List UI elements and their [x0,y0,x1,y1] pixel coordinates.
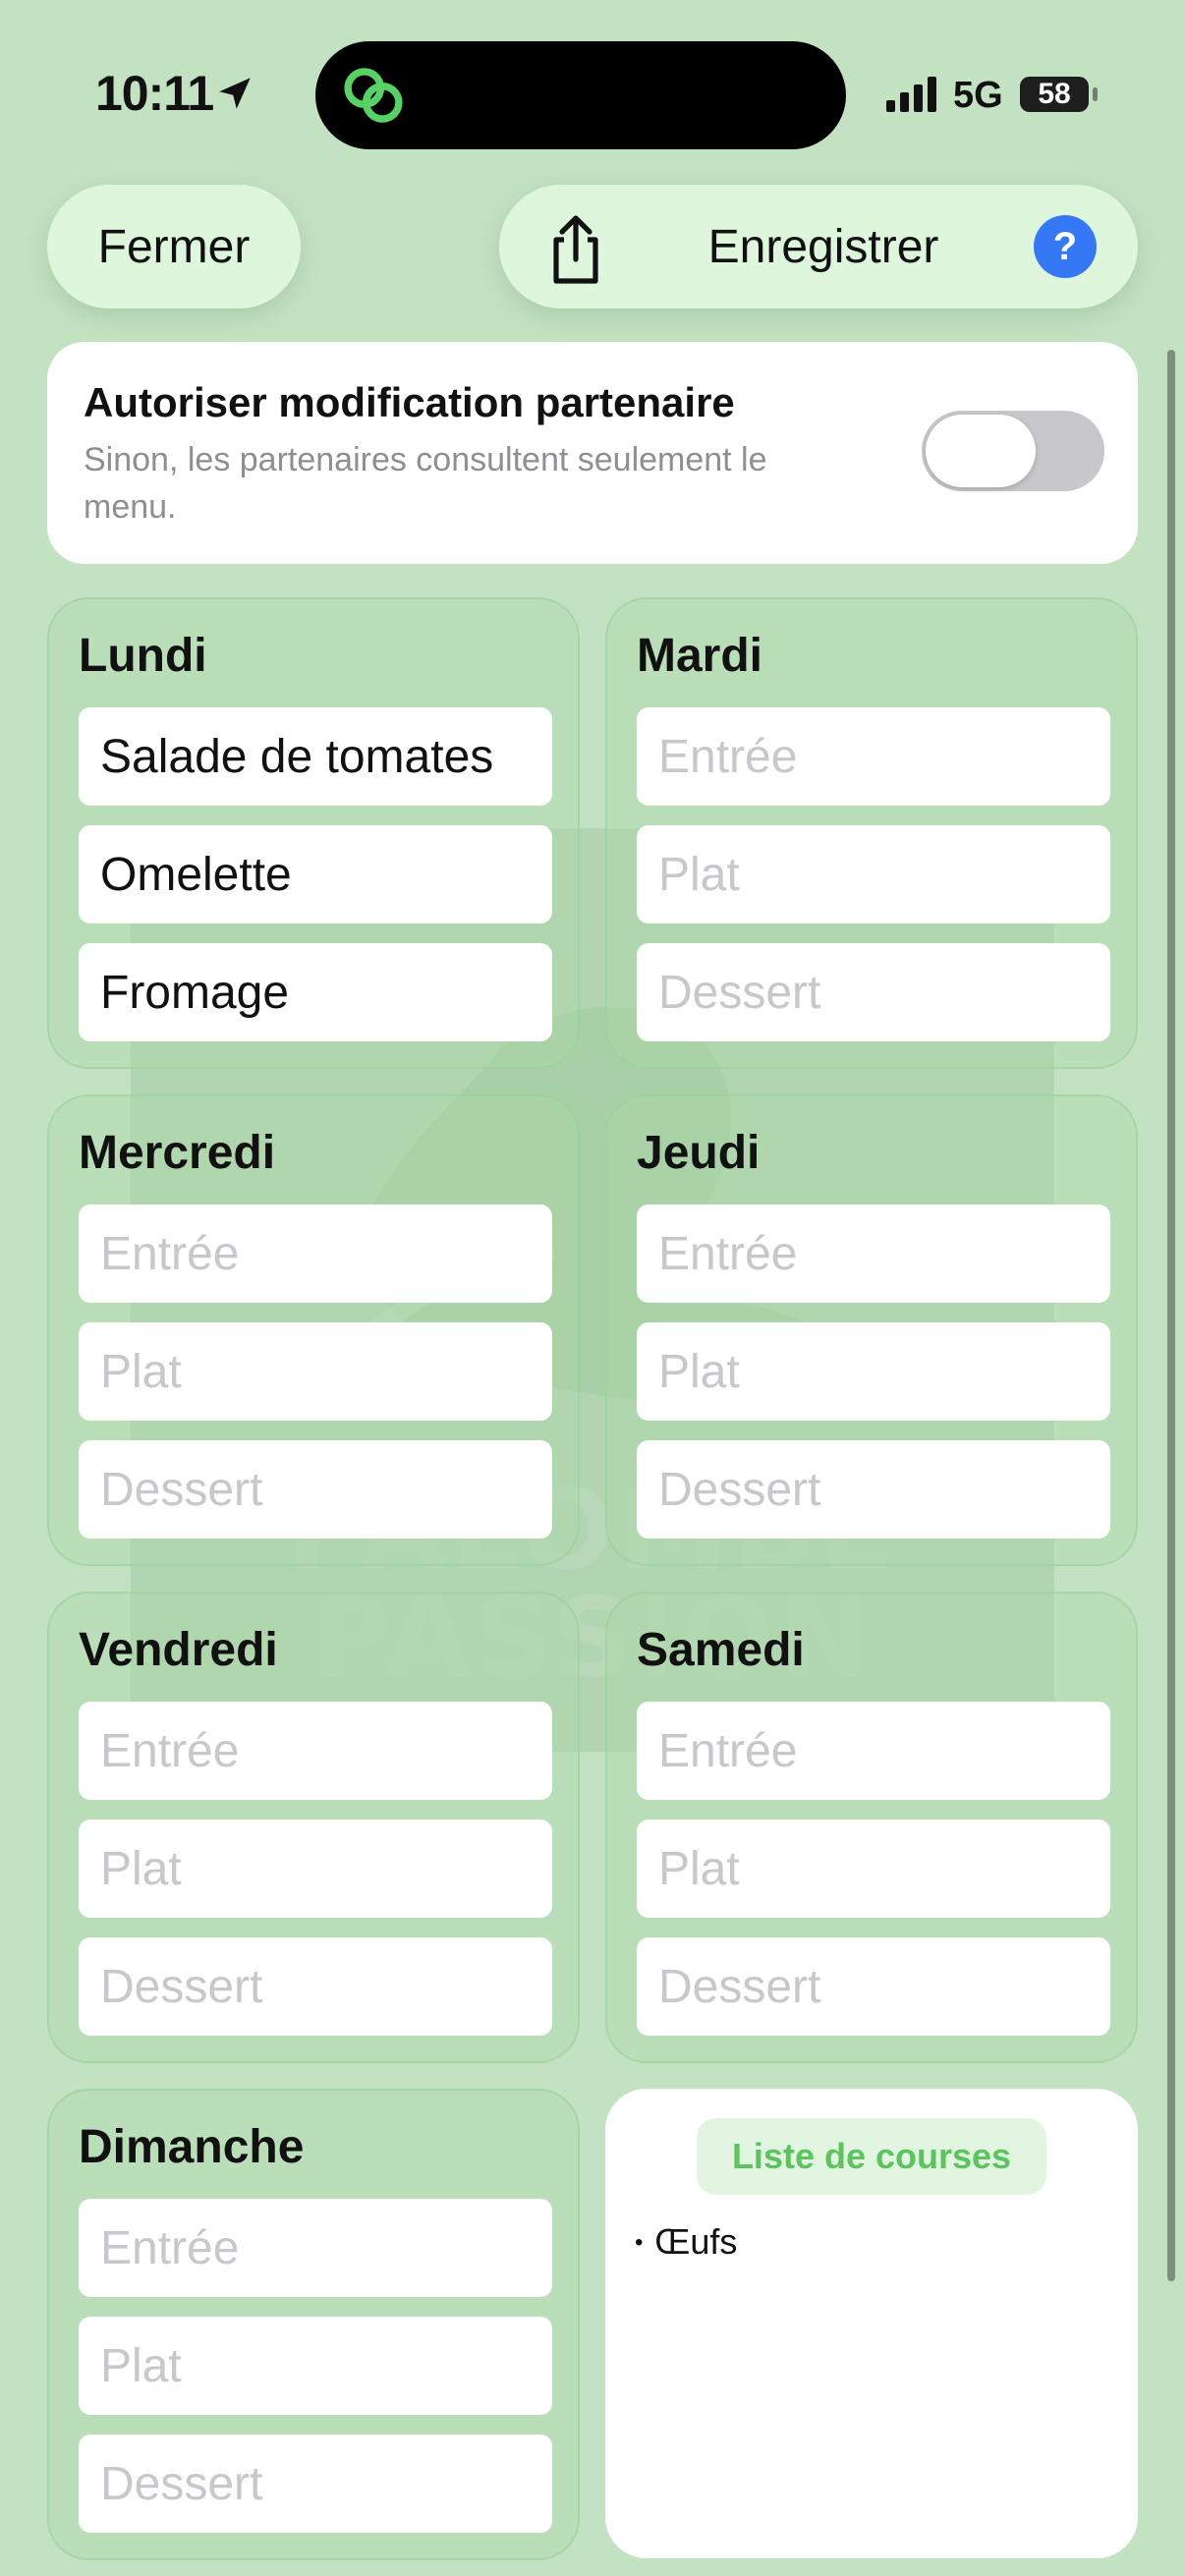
main-input[interactable] [79,825,552,924]
partner-edit-description: Sinon, les partenaires consultent seulem… [84,441,767,526]
main-input[interactable] [79,2317,552,2415]
starter-input[interactable] [79,2199,552,2297]
location-arrow-icon [219,78,251,109]
shopping-list: Œufs [635,2216,737,2268]
main-input[interactable] [637,1322,1110,1421]
day-card-mercredi: Mercredi [47,1094,580,1566]
share-icon[interactable] [536,210,615,289]
dynamic-island [315,41,846,149]
scrollbar[interactable] [1167,350,1175,2281]
status-time: 10:11 [95,66,214,121]
main-input[interactable] [637,1820,1110,1918]
day-title: Vendredi [79,1624,278,1676]
day-card-samedi: Samedi [605,1592,1138,2063]
dessert-input[interactable] [79,1937,552,2036]
day-card-dimanche: Dimanche [47,2089,580,2560]
day-card-vendredi: Vendredi [47,1592,580,2063]
day-title: Mercredi [79,1127,276,1179]
starter-input[interactable] [637,1204,1110,1303]
starter-input[interactable] [637,707,1110,806]
dessert-input[interactable] [79,1440,552,1539]
main-input[interactable] [79,1820,552,1918]
day-title: Dimanche [79,2121,305,2173]
battery-tip [1093,87,1098,101]
dessert-input[interactable] [637,1937,1110,2036]
action-pill: Enregistrer ? [499,185,1138,308]
battery-percent: 58 [1038,78,1071,110]
dessert-input[interactable] [637,943,1110,1041]
shopping-list-item: Œufs [635,2216,737,2268]
dessert-input[interactable] [79,2435,552,2533]
cellular-signal-icon [886,77,936,112]
day-title: Jeudi [637,1127,761,1179]
main-input[interactable] [637,825,1110,924]
battery-indicator: 58 [1020,77,1089,112]
dessert-input[interactable] [79,943,552,1041]
linked-rings-icon [344,68,403,123]
dessert-input[interactable] [637,1440,1110,1539]
day-title: Mardi [637,630,763,682]
starter-input[interactable] [79,707,552,806]
day-title: Samedi [637,1624,805,1676]
day-card-lundi: Lundi [47,597,580,1069]
starter-input[interactable] [79,1702,552,1800]
partner-edit-toggle[interactable] [922,411,1104,491]
main-input[interactable] [79,1322,552,1421]
partner-edit-title: Autoriser modification partenaire [84,379,735,425]
starter-input[interactable] [637,1702,1110,1800]
starter-input[interactable] [79,1204,552,1303]
shopping-list-card[interactable]: Liste de courses Œufs [605,2089,1138,2558]
shopping-list-title[interactable]: Liste de courses [697,2118,1046,2195]
close-button[interactable]: Fermer [47,185,301,308]
day-card-jeudi: Jeudi [605,1094,1138,1566]
save-button[interactable]: Enregistrer [656,185,990,308]
partner-edit-card: Autoriser modification partenaire Sinon,… [47,342,1138,564]
toggle-knob [926,415,1036,487]
network-label: 5G [953,75,1003,116]
day-title: Lundi [79,630,207,682]
day-card-mardi: Mardi [605,597,1138,1069]
help-button[interactable]: ? [1034,215,1097,278]
